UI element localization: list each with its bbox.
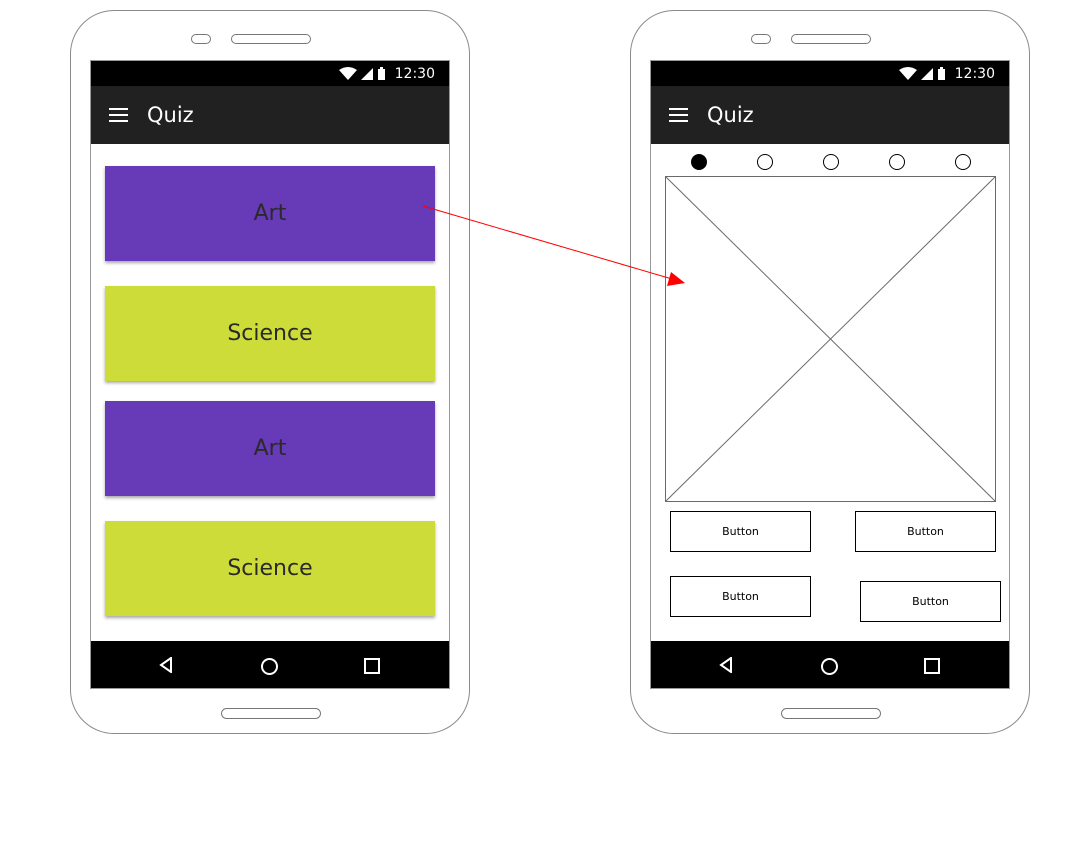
app-bar: Quiz (651, 86, 1009, 144)
front-sensor (191, 34, 211, 44)
status-bar: 12:30 (91, 61, 449, 86)
category-card[interactable]: Art (105, 401, 435, 496)
system-nav-bar (91, 641, 449, 688)
menu-icon[interactable] (669, 107, 689, 123)
image-placeholder (665, 176, 996, 502)
answer-button[interactable]: Button (855, 511, 996, 552)
wifi-icon (339, 67, 357, 80)
front-sensor (751, 34, 771, 44)
answer-button[interactable]: Button (670, 511, 811, 552)
home-icon[interactable] (821, 658, 838, 675)
home-indicator (781, 708, 881, 719)
category-label: Art (253, 201, 287, 226)
phone-frame-left: 12:30 Quiz Art Science Art Science (70, 10, 470, 734)
earpiece (231, 34, 311, 44)
category-label: Art (253, 436, 287, 461)
status-bar: 12:30 (651, 61, 1009, 86)
back-icon[interactable] (719, 657, 733, 673)
app-title: Quiz (147, 103, 194, 127)
battery-icon (378, 69, 385, 80)
category-label: Science (227, 321, 313, 346)
category-card[interactable]: Art (105, 166, 435, 261)
page-dot[interactable] (889, 154, 905, 170)
category-card[interactable]: Science (105, 286, 435, 381)
system-nav-bar (651, 641, 1009, 688)
status-icons (339, 67, 385, 80)
status-time: 12:30 (954, 66, 995, 82)
screen-category-list: 12:30 Quiz Art Science Art Science (90, 60, 450, 689)
answer-button[interactable]: Button (670, 576, 811, 617)
recents-icon[interactable] (364, 658, 380, 674)
status-icons (899, 67, 945, 80)
page-dot[interactable] (955, 154, 971, 170)
home-indicator (221, 708, 321, 719)
signal-icon (361, 68, 373, 80)
menu-icon[interactable] (109, 107, 129, 123)
home-icon[interactable] (261, 658, 278, 675)
earpiece (791, 34, 871, 44)
battery-icon (938, 69, 945, 80)
back-icon[interactable] (159, 657, 173, 673)
page-dot[interactable] (823, 154, 839, 170)
screen-quiz-question: 12:30 Quiz Button Button Button Button (650, 60, 1010, 689)
app-bar: Quiz (91, 86, 449, 144)
image-placeholder-cross (666, 177, 995, 501)
wifi-icon (899, 67, 917, 80)
category-card[interactable]: Science (105, 521, 435, 616)
phone-frame-right: 12:30 Quiz Button Button Button Button (630, 10, 1030, 734)
page-dot[interactable] (757, 154, 773, 170)
category-label: Science (227, 556, 313, 581)
signal-icon (921, 68, 933, 80)
app-title: Quiz (707, 103, 754, 127)
page-indicator (651, 154, 1009, 174)
status-time: 12:30 (394, 66, 435, 82)
recents-icon[interactable] (924, 658, 940, 674)
page-dot[interactable] (691, 154, 707, 170)
answer-button[interactable]: Button (860, 581, 1001, 622)
